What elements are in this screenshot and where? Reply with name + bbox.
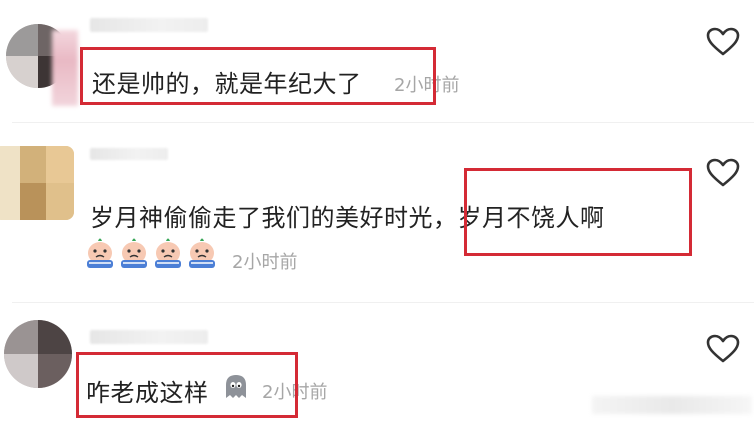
username-blurred [90, 330, 208, 344]
heart-outline-icon[interactable] [706, 334, 740, 364]
watermark-blur [592, 396, 752, 414]
avatar[interactable] [4, 320, 72, 388]
comment-item-3: 咋老成这样 2小时前 [0, 0, 754, 421]
highlight-box [76, 352, 298, 418]
